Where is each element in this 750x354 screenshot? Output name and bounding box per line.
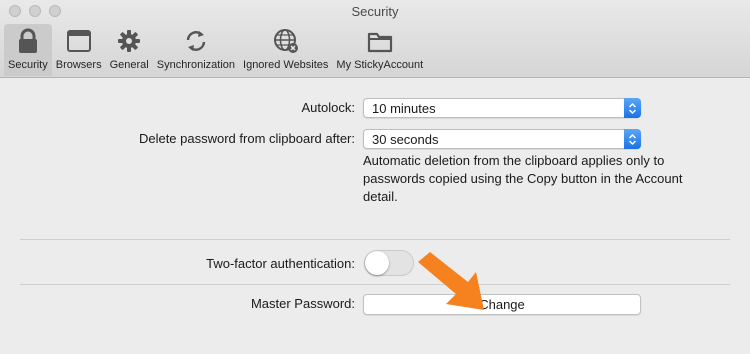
toggle-knob bbox=[365, 251, 389, 275]
master-password-label: Master Password: bbox=[250, 296, 355, 311]
clipboard-select[interactable]: 30 seconds bbox=[363, 129, 641, 149]
autolock-label: Autolock: bbox=[301, 100, 355, 115]
autolock-value: 10 minutes bbox=[372, 101, 436, 116]
tab-my-stickyaccount-label: My StickyAccount bbox=[336, 59, 424, 71]
tab-synchronization[interactable]: Synchronization bbox=[153, 24, 239, 76]
tab-browsers-label: Browsers bbox=[55, 59, 102, 71]
chevron-updown-icon bbox=[624, 129, 641, 149]
preferences-toolbar: Security Browsers General Synchronizatio… bbox=[4, 24, 427, 76]
tab-security-label: Security bbox=[8, 59, 48, 71]
preferences-window: Security Security Browsers General Synch… bbox=[0, 0, 750, 354]
tab-general[interactable]: General bbox=[106, 24, 153, 76]
sync-icon bbox=[182, 27, 210, 55]
tab-my-stickyaccount[interactable]: My StickyAccount bbox=[332, 24, 427, 76]
clipboard-value: 30 seconds bbox=[372, 132, 439, 147]
tab-general-label: General bbox=[109, 59, 149, 71]
folder-icon bbox=[366, 27, 394, 55]
window-title: Security bbox=[351, 4, 399, 19]
two-factor-label: Two-factor authentication: bbox=[206, 256, 355, 271]
clipboard-help-text: Automatic deletion from the clipboard ap… bbox=[363, 153, 683, 204]
clipboard-label: Delete password from clipboard after: bbox=[138, 131, 355, 146]
tab-ignored-websites[interactable]: Ignored Websites bbox=[239, 24, 332, 76]
change-master-password-button[interactable]: Change bbox=[363, 294, 641, 315]
divider bbox=[20, 239, 730, 240]
gear-icon bbox=[115, 27, 143, 55]
autolock-select[interactable]: 10 minutes bbox=[363, 98, 641, 118]
tab-security[interactable]: Security bbox=[4, 24, 52, 76]
chevron-updown-icon bbox=[624, 98, 641, 118]
tab-synchronization-label: Synchronization bbox=[156, 59, 236, 71]
divider bbox=[20, 284, 730, 285]
globe-blocked-icon bbox=[272, 27, 300, 55]
lock-icon bbox=[14, 27, 42, 55]
title-bar: Security Security Browsers General Synch… bbox=[0, 0, 750, 78]
tab-ignored-websites-label: Ignored Websites bbox=[243, 59, 329, 71]
two-factor-toggle[interactable] bbox=[364, 250, 414, 276]
annotation-arrow-icon bbox=[418, 252, 484, 310]
tab-browsers[interactable]: Browsers bbox=[52, 24, 106, 76]
browser-window-icon bbox=[65, 27, 93, 55]
